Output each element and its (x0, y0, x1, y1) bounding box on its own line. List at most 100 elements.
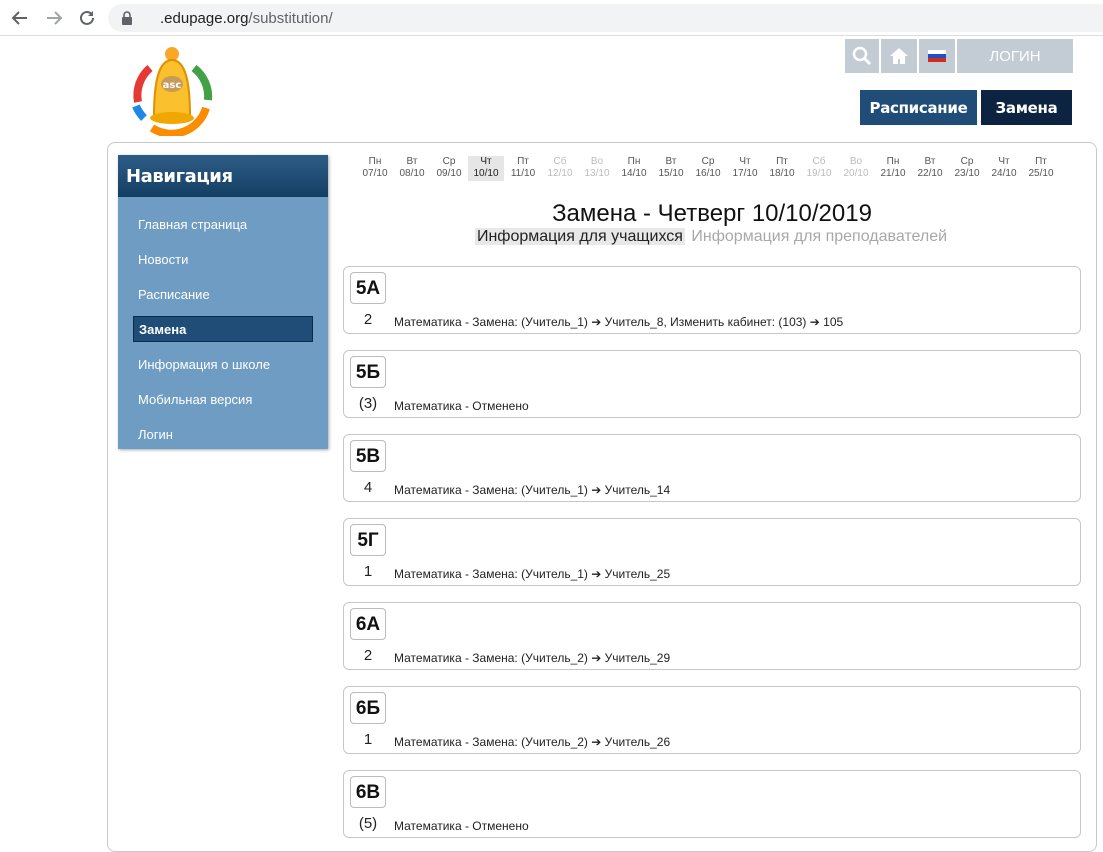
audience-tabs: Информация для учащихся Информация для п… (330, 228, 1094, 246)
period-number: (3) (358, 395, 378, 412)
tab-substitution[interactable]: Замена (981, 90, 1072, 125)
day-item[interactable]: Ср 23/10 (949, 156, 985, 180)
day-weekday: Пн (627, 156, 641, 167)
class-badge: 5Г (350, 524, 386, 556)
day-weekday: Во (849, 156, 863, 167)
reload-button[interactable] (75, 6, 99, 30)
day-item[interactable]: Пт 18/10 (764, 156, 800, 180)
arrow-left-icon (11, 11, 27, 25)
day-item[interactable]: Пн 07/10 (357, 156, 393, 180)
period-number: (5) (358, 815, 378, 832)
day-item[interactable]: Пн 14/10 (616, 156, 652, 180)
day-weekday: Пт (517, 156, 529, 167)
login-button[interactable]: ЛОГИН (957, 39, 1073, 73)
day-date: 14/10 (621, 168, 647, 179)
nav-item-home[interactable]: Главная страница (138, 217, 247, 232)
class-badge: 5А (350, 272, 386, 304)
day-date: 25/10 (1028, 168, 1054, 179)
back-button[interactable] (8, 6, 32, 30)
asc-bell-logo[interactable]: asc (128, 44, 216, 136)
day-date: 13/10 (584, 168, 610, 179)
day-item[interactable]: Пн 21/10 (875, 156, 911, 180)
day-date: 11/10 (510, 168, 536, 179)
period-number: 2 (363, 311, 373, 328)
tab-students-info[interactable]: Информация для учащихся (474, 228, 685, 245)
day-weekday: Ср (442, 156, 456, 167)
day-date: 15/10 (658, 168, 684, 179)
url-path: /substitution/ (248, 10, 333, 27)
period-number: 4 (363, 479, 373, 496)
day-item[interactable]: Чт 17/10 (727, 156, 763, 180)
substitution-card: 5А 2 Математика - Замена: (Учитель_1) ➔ Уч… (343, 266, 1081, 334)
tab-schedule[interactable]: Расписание (860, 90, 977, 125)
substitution-text: Математика - Замена: (Учитель_2) ➔ Учите… (394, 735, 671, 749)
day-item[interactable]: Пт 25/10 (1023, 156, 1059, 180)
tab-teachers-info[interactable]: Информация для преподавателей (689, 228, 949, 245)
day-item[interactable]: Вт 15/10 (653, 156, 689, 180)
day-item[interactable]: Сб 19/10 (801, 156, 837, 180)
day-weekday: Ср (701, 156, 715, 167)
day-item[interactable]: Во 20/10 (838, 156, 874, 180)
day-item[interactable]: Пт 11/10 (505, 156, 541, 180)
substitution-card: 5Б (3) Математика - Отменено (343, 350, 1081, 418)
day-date: 24/10 (991, 168, 1017, 179)
nav-item-news[interactable]: Новости (138, 252, 188, 267)
nav-item-school-info[interactable]: Информация о школе (138, 357, 270, 372)
day-weekday: Пн (886, 156, 900, 167)
day-date: 10/10 (473, 168, 499, 179)
substitution-text: Математика - Отменено (394, 819, 529, 833)
lock-icon (122, 11, 132, 25)
home-icon (890, 48, 908, 64)
day-item[interactable]: Ср 09/10 (431, 156, 467, 180)
class-badge: 6Б (350, 692, 386, 724)
class-badge: 6В (350, 776, 386, 808)
day-item[interactable]: Вт 08/10 (394, 156, 430, 180)
day-weekday: Вт (924, 156, 936, 167)
day-weekday: Чт (998, 156, 1010, 167)
substitution-text: Математика - Отменено (394, 399, 529, 413)
day-date: 17/10 (732, 168, 758, 179)
russia-flag-icon (928, 50, 946, 62)
day-date: 23/10 (954, 168, 980, 179)
substitution-text: Математика - Замена: (Учитель_1) ➔ Учите… (394, 483, 671, 497)
search-button[interactable] (845, 39, 879, 73)
day-date: 20/10 (843, 168, 869, 179)
svg-text:asc: asc (163, 80, 182, 91)
substitution-text: Математика - Замена: (Учитель_1) ➔ Учите… (394, 315, 844, 329)
browser-toolbar: .edupage.org/substitution/ (0, 0, 1103, 36)
day-item[interactable]: Чт 10/10 (468, 156, 504, 181)
header-icon-bar: ЛОГИН (845, 39, 1073, 73)
day-item[interactable]: Чт 24/10 (986, 156, 1022, 180)
day-weekday: Чт (739, 156, 751, 167)
substitution-card: 5Г 1 Математика - Замена: (Учитель_1) ➔ Уч… (343, 518, 1081, 586)
nav-item-substitution[interactable]: Замена (133, 316, 313, 342)
address-bar[interactable]: .edupage.org/substitution/ (108, 4, 1103, 32)
nav-item-schedule[interactable]: Расписание (138, 287, 210, 302)
day-date: 21/10 (880, 168, 906, 179)
substitution-text: Математика - Замена: (Учитель_1) ➔ Учите… (394, 567, 671, 581)
day-weekday: Вт (406, 156, 418, 167)
nav-item-mobile[interactable]: Мобильная версия (138, 392, 252, 407)
day-date: 12/10 (547, 168, 573, 179)
day-date: 07/10 (362, 168, 388, 179)
day-date: 18/10 (769, 168, 795, 179)
day-weekday: Чт (480, 156, 492, 167)
day-item[interactable]: Сб 12/10 (542, 156, 578, 180)
substitution-text: Математика - Замена: (Учитель_2) ➔ Учите… (394, 651, 671, 665)
navigation-panel: Навигация Главная страница Новости Распи… (118, 155, 328, 449)
day-item[interactable]: Ср 16/10 (690, 156, 726, 180)
day-date: 22/10 (917, 168, 943, 179)
day-item[interactable]: Во 13/10 (579, 156, 615, 180)
nav-item-login[interactable]: Логин (138, 427, 173, 442)
period-number: 1 (363, 563, 373, 580)
forward-button[interactable] (42, 6, 66, 30)
day-weekday: Сб (553, 156, 567, 167)
class-badge: 5Б (350, 356, 386, 388)
language-button[interactable] (919, 39, 955, 73)
home-button[interactable] (881, 39, 917, 73)
period-number: 1 (363, 731, 373, 748)
substitution-card: 5В 4 Математика - Замена: (Учитель_1) ➔ Уч… (343, 434, 1081, 502)
day-item[interactable]: Вт 22/10 (912, 156, 948, 180)
day-date: 08/10 (399, 168, 425, 179)
day-weekday: Пт (1035, 156, 1047, 167)
